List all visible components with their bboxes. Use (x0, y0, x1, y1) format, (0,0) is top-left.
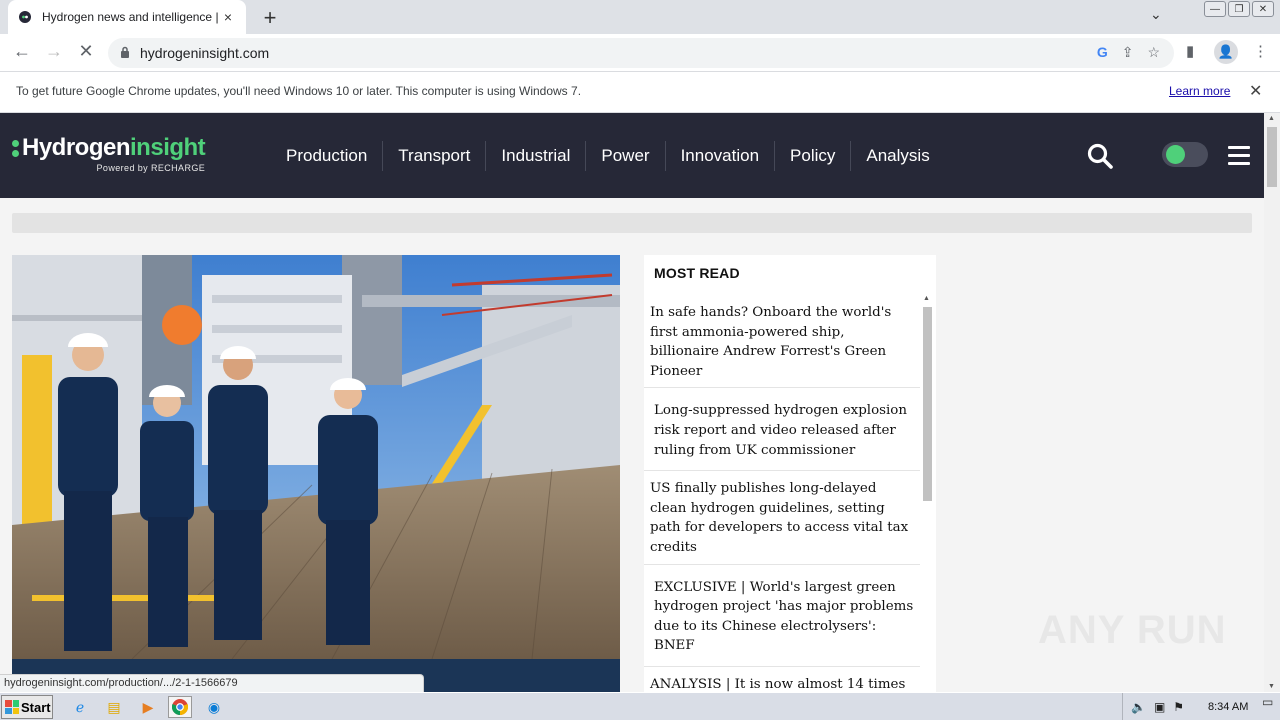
list-item[interactable]: EXCLUSIVE | World's largest green hydrog… (644, 565, 920, 667)
most-read-heading: MOST READ (654, 265, 740, 281)
action-center-flag-icon[interactable]: ⚑ (1173, 700, 1184, 714)
list-item[interactable]: In safe hands? Onboard the world's first… (644, 295, 920, 389)
nav-power[interactable]: Power (585, 141, 664, 171)
google-lens-icon[interactable]: G (1097, 44, 1108, 61)
logo-main-text: Hydrogen (22, 134, 131, 161)
list-item[interactable]: ANALYSIS | It is now almost 14 times (644, 667, 920, 692)
browser-toolbar: ← → ✕ hydrogeninsight.com G ⇪ ☆ ▮ 👤 ⋮ (0, 34, 1280, 72)
most-read-scrollbar[interactable]: ▲ (920, 295, 934, 692)
site-logo[interactable]: Hydrogen insight Powered by RECHARGE (12, 134, 206, 173)
lock-icon (120, 46, 130, 61)
back-button[interactable]: ← (10, 41, 34, 62)
windows-taskbar: Start ℯ ▤ ▶ ◉ 🔈 ▣ ⚑ 8:34 AM ▭ (0, 692, 1280, 720)
volume-icon[interactable]: 🔈 (1131, 700, 1146, 714)
media-player-icon[interactable]: ▶ (136, 696, 160, 718)
new-tab-button[interactable]: + (258, 5, 282, 31)
browser-window: Hydrogen news and intelligence | Hy × + … (0, 0, 1280, 720)
nav-policy[interactable]: Policy (774, 141, 850, 171)
page-scrollbar[interactable]: ▲ ▼ (1264, 113, 1280, 692)
windows-logo-icon (5, 700, 19, 714)
chrome-menu-icon[interactable]: ⋮ (1253, 42, 1268, 60)
tab-close-icon[interactable]: × (220, 9, 236, 25)
status-url-bubble: hydrogeninsight.com/production/.../2-1-1… (0, 674, 424, 693)
minimize-button[interactable]: — (1204, 1, 1226, 17)
show-desktop-icon[interactable]: ▭ (1262, 695, 1278, 717)
nav-analysis[interactable]: Analysis (850, 141, 944, 171)
nav-innovation[interactable]: Innovation (664, 141, 774, 171)
list-item[interactable]: US finally publishes long-delayed clean … (644, 471, 920, 565)
close-window-button[interactable]: ✕ (1252, 1, 1274, 17)
internet-explorer-icon[interactable]: ℯ (68, 696, 92, 718)
file-explorer-icon[interactable]: ▤ (102, 696, 126, 718)
start-label: Start (21, 699, 51, 715)
theme-toggle[interactable] (1162, 142, 1208, 167)
system-tray: 🔈 ▣ ⚑ (1122, 693, 1184, 720)
side-panel-icon[interactable]: ▮ (1186, 42, 1194, 60)
toggle-knob (1166, 145, 1185, 164)
list-item[interactable]: Long-suppressed hydrogen explosion risk … (644, 388, 920, 472)
nav-production[interactable]: Production (271, 141, 382, 171)
forward-button[interactable]: → (42, 41, 66, 62)
window-controls: — ❐ ✕ (1204, 1, 1274, 17)
main-nav: Production Transport Industrial Power In… (271, 141, 945, 171)
update-infobar: To get future Google Chrome updates, you… (0, 72, 1280, 113)
most-read-list: In safe hands? Onboard the world's first… (644, 295, 920, 692)
watermark-logo: ANY RUN (1038, 608, 1227, 652)
hero-photo (12, 255, 620, 660)
address-bar[interactable]: hydrogeninsight.com G ⇪ ☆ (108, 38, 1174, 68)
start-button[interactable]: Start (1, 695, 53, 719)
logo-dots-icon (12, 139, 19, 157)
scrollbar-thumb[interactable] (923, 307, 932, 501)
tab-title: Hydrogen news and intelligence | Hy (42, 10, 220, 24)
hero-image[interactable] (12, 255, 620, 692)
tab-strip: Hydrogen news and intelligence | Hy × + … (0, 0, 1280, 34)
network-icon[interactable]: ▣ (1154, 700, 1165, 714)
page-scroll-down-icon[interactable]: ▼ (1268, 683, 1275, 690)
search-icon[interactable] (1086, 142, 1114, 175)
infobar-close-icon[interactable]: ✕ (1249, 81, 1262, 101)
most-read-panel: MOST READ In safe hands? Onboard the wor… (644, 255, 936, 692)
learn-more-link[interactable]: Learn more (1169, 84, 1230, 98)
tab-search-icon[interactable]: ⌄ (1150, 6, 1162, 23)
stop-loading-button[interactable]: ✕ (74, 41, 98, 62)
logo-accent-text: insight (130, 134, 206, 161)
page-viewport: Hydrogen insight Powered by RECHARGE Prod… (0, 113, 1280, 692)
nav-industrial[interactable]: Industrial (485, 141, 585, 171)
tab-hydrogen-insight[interactable]: Hydrogen news and intelligence | Hy × (8, 0, 246, 34)
site-header: Hydrogen insight Powered by RECHARGE Prod… (0, 113, 1264, 198)
infobar-message: To get future Google Chrome updates, you… (16, 84, 582, 98)
ad-placeholder (12, 213, 1252, 233)
omnibox-actions: G ⇪ ☆ (1097, 44, 1160, 61)
restore-button[interactable]: ❐ (1228, 1, 1250, 17)
page-scroll-up-icon[interactable]: ▲ (1268, 115, 1275, 122)
nav-transport[interactable]: Transport (382, 141, 485, 171)
site-favicon-icon (18, 10, 32, 24)
profile-avatar-icon[interactable]: 👤 (1214, 40, 1238, 64)
edge-icon[interactable]: ◉ (202, 696, 226, 718)
logo-sub-text: Powered by RECHARGE (96, 163, 206, 173)
url-text: hydrogeninsight.com (140, 45, 270, 61)
share-icon[interactable]: ⇪ (1122, 44, 1134, 61)
taskbar-clock[interactable]: 8:34 AM (1208, 701, 1248, 713)
bookmark-star-icon[interactable]: ☆ (1147, 44, 1160, 61)
scroll-up-arrow-icon[interactable]: ▲ (923, 295, 930, 302)
page-scrollbar-thumb[interactable] (1267, 127, 1277, 187)
hamburger-menu-icon[interactable] (1228, 146, 1250, 170)
chrome-taskbar-icon[interactable] (168, 696, 192, 718)
